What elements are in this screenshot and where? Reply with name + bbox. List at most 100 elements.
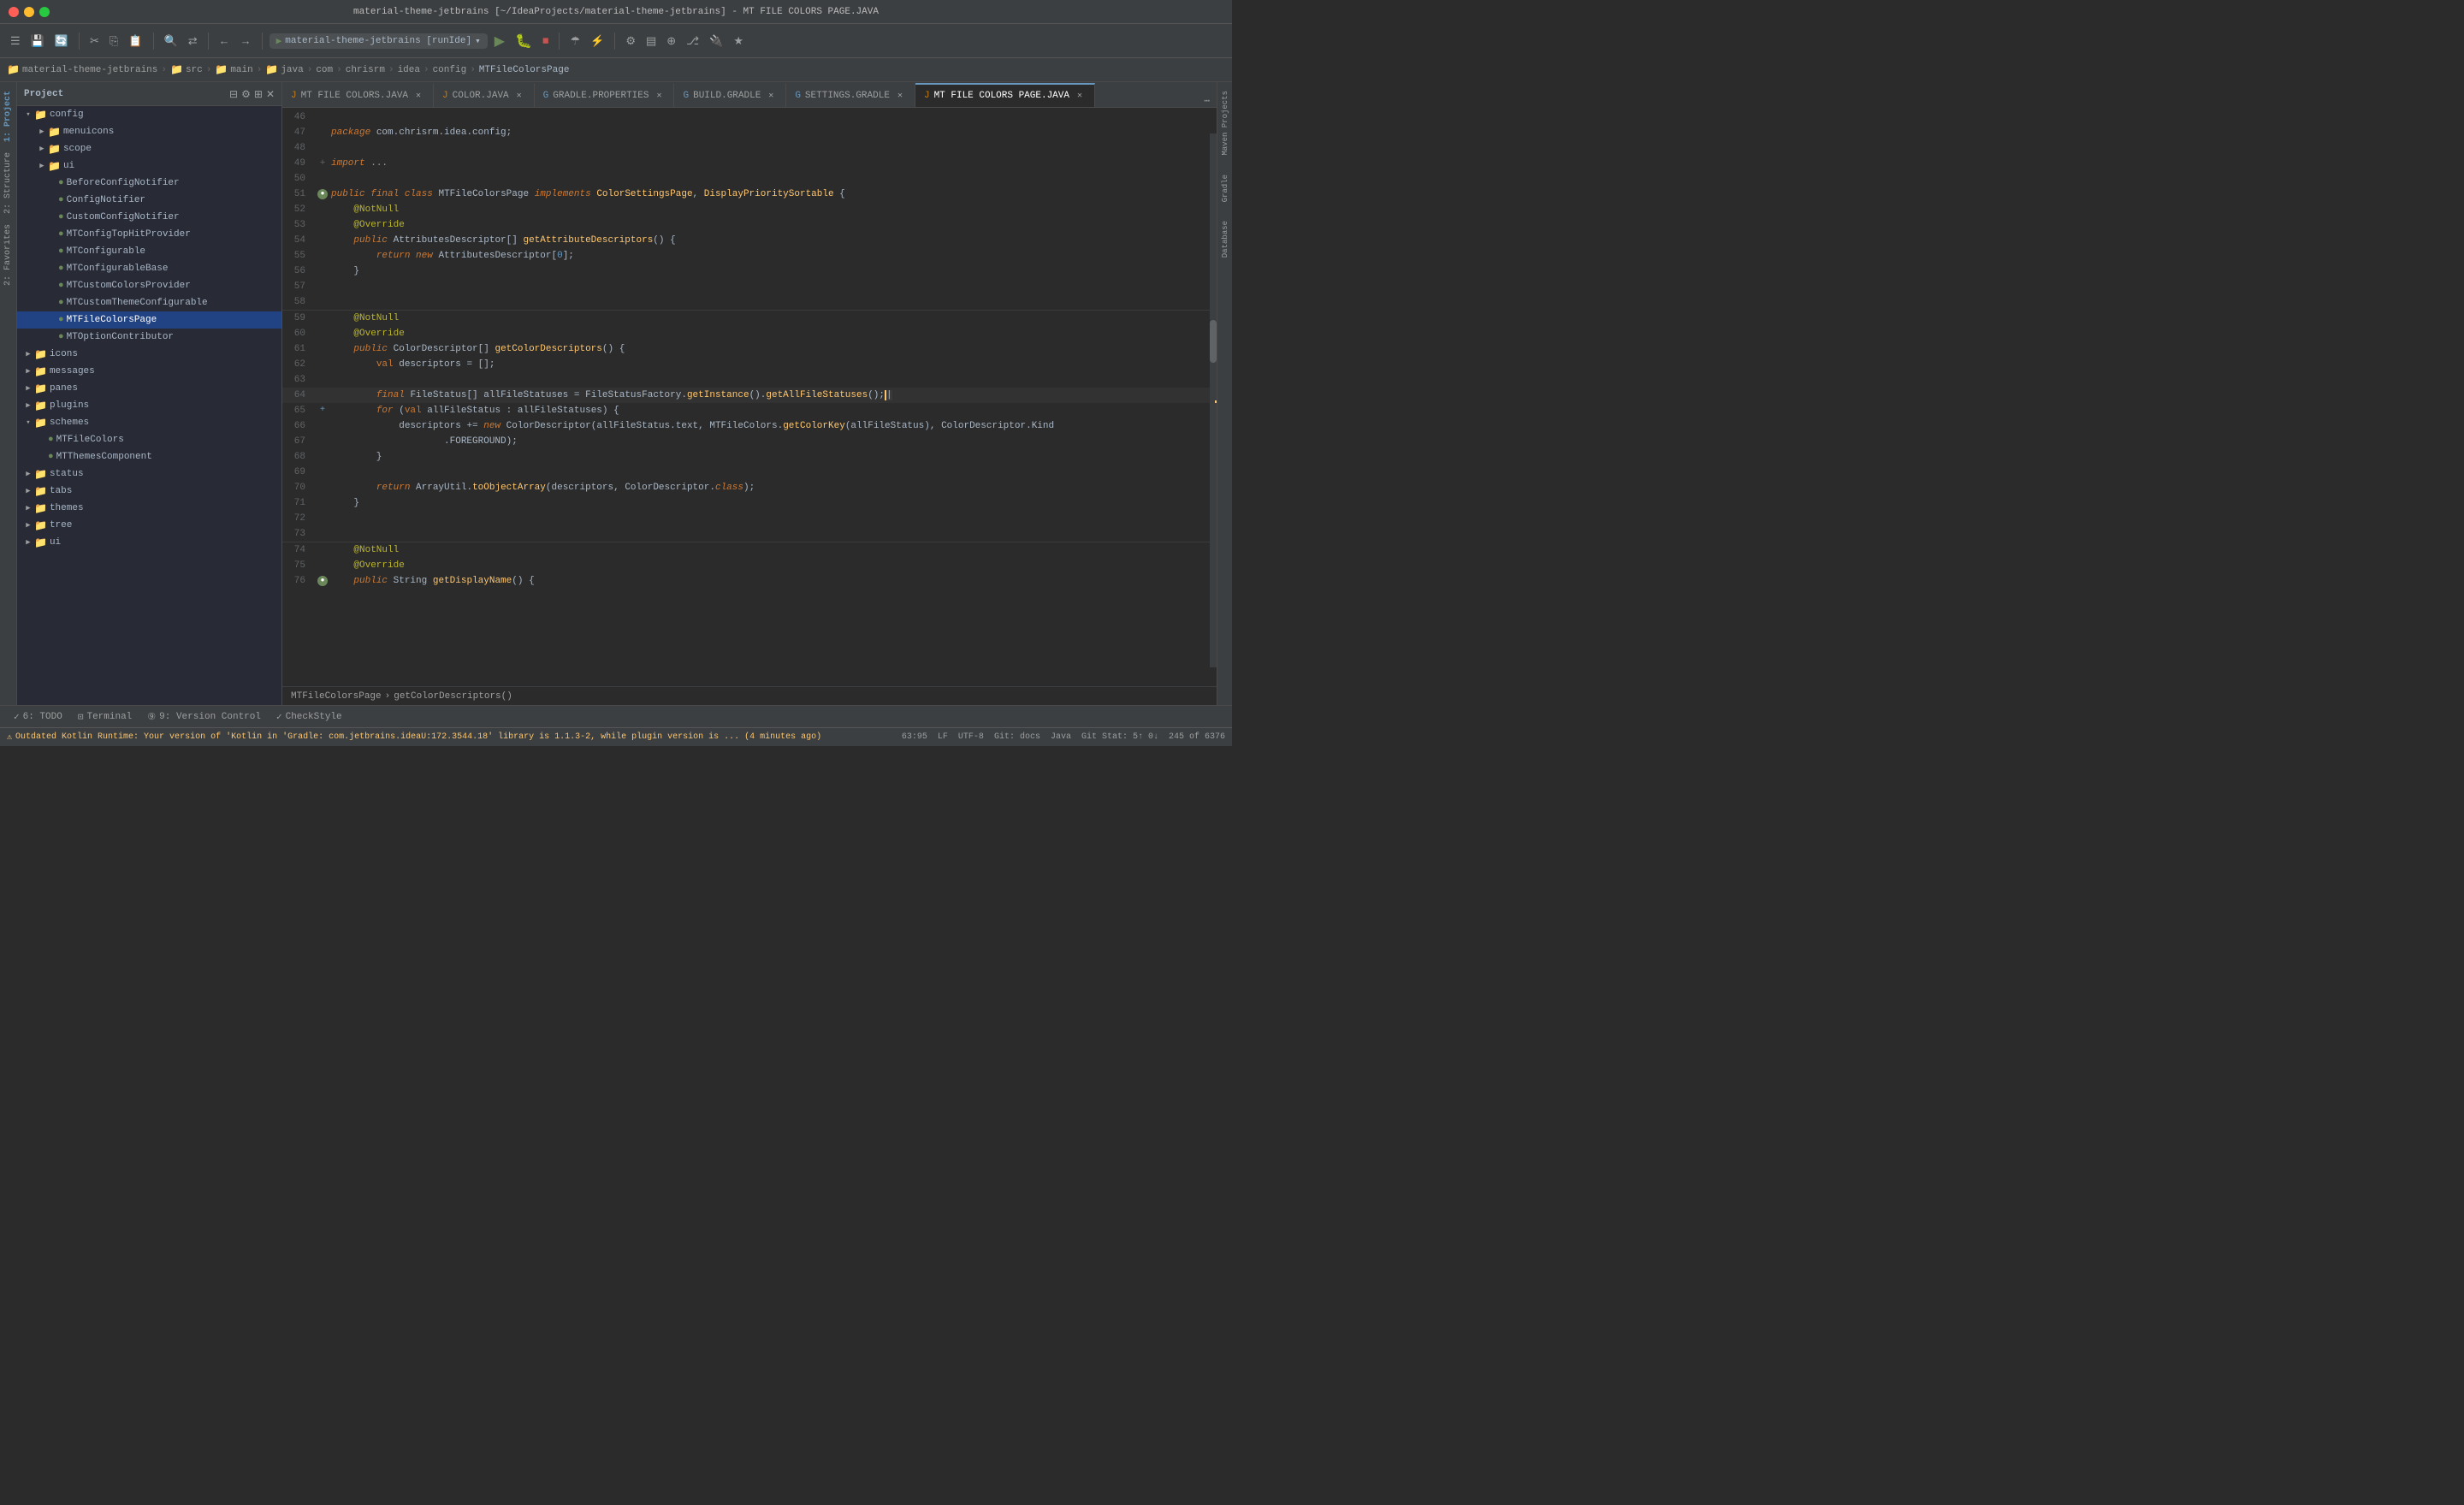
tree-item-MTConfigTopHitProvider[interactable]: ● MTConfigTopHitProvider — [17, 226, 281, 243]
bottom-tab-todo[interactable]: ✓ 6: TODO — [7, 709, 69, 725]
tree-item-status[interactable]: ▶ 📁 status — [17, 465, 281, 483]
project-tool-window-btn[interactable]: 1: Project — [2, 86, 15, 147]
toolbar-forward-btn[interactable]: → — [237, 32, 255, 50]
tree-item-CustomConfigNotifier[interactable]: ● CustomConfigNotifier — [17, 209, 281, 226]
status-position[interactable]: 63:95 — [902, 732, 927, 742]
breadcrumb-idea[interactable]: idea — [398, 65, 420, 75]
toolbar-coverage-btn[interactable]: ☂ — [566, 32, 583, 50]
tree-item-MTFileColors[interactable]: ● MTFileColors — [17, 431, 281, 448]
tab-close-btn[interactable]: ✕ — [653, 90, 665, 102]
toolbar-sep-4 — [262, 33, 263, 50]
gradle-btn[interactable]: Gradle — [1219, 169, 1231, 207]
tree-item-scope[interactable]: ▶ 📁 scope — [17, 140, 281, 157]
bottom-tab-checkstyle[interactable]: ✓ CheckStyle — [270, 709, 349, 725]
tab-close-btn[interactable]: ✕ — [765, 90, 777, 102]
line-number: 55 — [284, 248, 314, 264]
tree-item-tabs[interactable]: ▶ 📁 tabs — [17, 483, 281, 500]
tree-item-panes[interactable]: ▶ 📁 panes — [17, 380, 281, 397]
tree-item-MTOptionContributor[interactable]: ● MTOptionContributor — [17, 329, 281, 346]
code-line-53: 53 @Override — [282, 217, 1217, 233]
breadcrumb-src[interactable]: 📁 src — [170, 63, 203, 76]
close-button[interactable] — [9, 7, 19, 17]
toolbar-find-btn[interactable]: 🔍 — [161, 32, 181, 50]
maven-projects-btn[interactable]: Maven Projects — [1219, 86, 1231, 161]
toolbar-replace-btn[interactable]: ⇄ — [185, 32, 201, 50]
tab-close-btn[interactable]: ✕ — [513, 90, 525, 102]
tree-collapse-all-btn[interactable]: ⊟ — [229, 88, 238, 100]
toolbar-menu-btn[interactable]: ☰ — [7, 32, 24, 50]
tree-item-ConfigNotifier[interactable]: ● ConfigNotifier — [17, 192, 281, 209]
tree-item-schemes[interactable]: ▾ 📁 schemes — [17, 414, 281, 431]
tree-item-config[interactable]: ▾ 📁 config — [17, 106, 281, 123]
toolbar-plug-btn[interactable]: 🔌 — [706, 32, 726, 50]
tree-close-btn[interactable]: ✕ — [266, 88, 275, 100]
debug-button[interactable]: 🐛 — [512, 30, 536, 52]
tab-close-btn[interactable]: ✕ — [894, 90, 906, 102]
tab-ColorJava[interactable]: J COLOR.JAVA ✕ — [434, 83, 535, 107]
tree-settings-btn[interactable]: ⚙ — [241, 88, 251, 100]
tab-GradleProperties[interactable]: G GRADLE.PROPERTIES ✕ — [535, 83, 675, 107]
tree-item-MTThemesComponent[interactable]: ● MTThemesComponent — [17, 448, 281, 465]
run-config-selector[interactable]: ▶ material-theme-jetbrains [runIde] ▾ — [270, 33, 488, 49]
tree-item-MTFileColorsPage[interactable]: ● MTFileColorsPage — [17, 311, 281, 329]
tab-MTFileColorsPage[interactable]: J MT FILE COLORS PAGE.JAVA ✕ — [915, 83, 1095, 107]
tree-item-themes[interactable]: ▶ 📁 themes — [17, 500, 281, 517]
breadcrumb-project[interactable]: 📁 material-theme-jetbrains — [7, 63, 157, 76]
toolbar-cut-btn[interactable]: ✂ — [86, 32, 103, 50]
toolbar-star-btn[interactable]: ★ — [730, 32, 747, 50]
minimize-button[interactable] — [24, 7, 34, 17]
favorites-tool-window-btn[interactable]: 2: Favorites — [2, 219, 15, 291]
toolbar-search-everywhere-btn[interactable]: ⊕ — [663, 32, 679, 50]
toolbar-structure-btn[interactable]: ▤ — [643, 32, 660, 50]
tree-item-ui[interactable]: ▶ 📁 ui — [17, 157, 281, 175]
status-git[interactable]: Git: docs — [994, 732, 1040, 742]
toolbar-paste-btn[interactable]: 📋 — [125, 32, 145, 50]
code-editor[interactable]: 46 47 package com.chrisrm.idea.config; 4… — [282, 108, 1217, 686]
toolbar-profile-btn[interactable]: ⚡ — [587, 32, 607, 50]
tab-BuildGradle[interactable]: G BUILD.GRADLE ✕ — [674, 83, 786, 107]
status-git-stat[interactable]: Git Stat: 5↑ 0↓ — [1081, 732, 1158, 742]
tree-item-menuicons[interactable]: ▶ 📁 menuicons — [17, 123, 281, 140]
breadcrumb-com[interactable]: com — [316, 65, 333, 75]
tree-item-plugins[interactable]: ▶ 📁 plugins — [17, 397, 281, 414]
bottom-tab-terminal[interactable]: ⊡ Terminal — [71, 709, 139, 725]
tree-scroll-btn[interactable]: ⊞ — [254, 88, 263, 100]
status-java[interactable]: Java — [1051, 732, 1071, 742]
toolbar-settings-btn[interactable]: ⚙ — [622, 32, 639, 50]
maximize-button[interactable] — [39, 7, 50, 17]
tree-item-MTConfigurableBase[interactable]: ● MTConfigurableBase — [17, 260, 281, 277]
tree-item-BeforeConfigNotifier[interactable]: ● BeforeConfigNotifier — [17, 175, 281, 192]
tree-item-messages[interactable]: ▶ 📁 messages — [17, 363, 281, 380]
tab-MTFileColors[interactable]: J MT FILE COLORS.JAVA ✕ — [282, 83, 434, 107]
window-controls[interactable] — [9, 7, 50, 17]
breadcrumb-java[interactable]: 📁 java — [265, 63, 303, 76]
scrollbar-track[interactable] — [1210, 133, 1217, 667]
tree-item-MTCustomColorsProvider[interactable]: ● MTCustomColorsProvider — [17, 277, 281, 294]
tree-item-ui2[interactable]: ▶ 📁 ui — [17, 534, 281, 551]
run-button[interactable]: ▶ — [491, 30, 508, 52]
structure-tool-window-btn[interactable]: 2: Structure — [2, 147, 15, 219]
tree-item-MTCustomThemeConfigurable[interactable]: ● MTCustomThemeConfigurable — [17, 294, 281, 311]
breadcrumb-config[interactable]: config — [433, 65, 467, 75]
tree-item-icons[interactable]: ▶ 📁 icons — [17, 346, 281, 363]
toolbar-save-btn[interactable]: 💾 — [27, 32, 48, 50]
tab-more-btn[interactable]: ⋯ — [1197, 95, 1217, 107]
tab-SettingsGradle[interactable]: G SETTINGS.GRADLE ✕ — [786, 83, 915, 107]
breadcrumb-chrisrm[interactable]: chrisrm — [346, 65, 385, 75]
tree-item-MTConfigurable[interactable]: ● MTConfigurable — [17, 243, 281, 260]
tab-close-btn[interactable]: ✕ — [1074, 90, 1086, 102]
toolbar-vcs-btn[interactable]: ⎇ — [683, 32, 702, 50]
database-btn[interactable]: Database — [1219, 216, 1231, 263]
bottom-tab-vcs[interactable]: ⑨ 9: Version Control — [140, 709, 268, 725]
status-lf[interactable]: LF — [938, 732, 948, 742]
scrollbar-thumb[interactable] — [1210, 320, 1217, 363]
toolbar-copy-btn[interactable]: ⎘ — [106, 32, 121, 50]
status-encoding[interactable]: UTF-8 — [958, 732, 984, 742]
tree-item-tree[interactable]: ▶ 📁 tree — [17, 517, 281, 534]
tab-close-btn[interactable]: ✕ — [412, 90, 424, 102]
toolbar-back-btn[interactable]: ← — [216, 32, 234, 50]
toolbar-sync-btn[interactable]: 🔄 — [51, 32, 72, 50]
breadcrumb-main[interactable]: 📁 main — [215, 63, 252, 76]
stop-button[interactable]: ⏹ — [539, 31, 553, 50]
breadcrumb-file[interactable]: MTFileColorsPage — [479, 65, 570, 75]
